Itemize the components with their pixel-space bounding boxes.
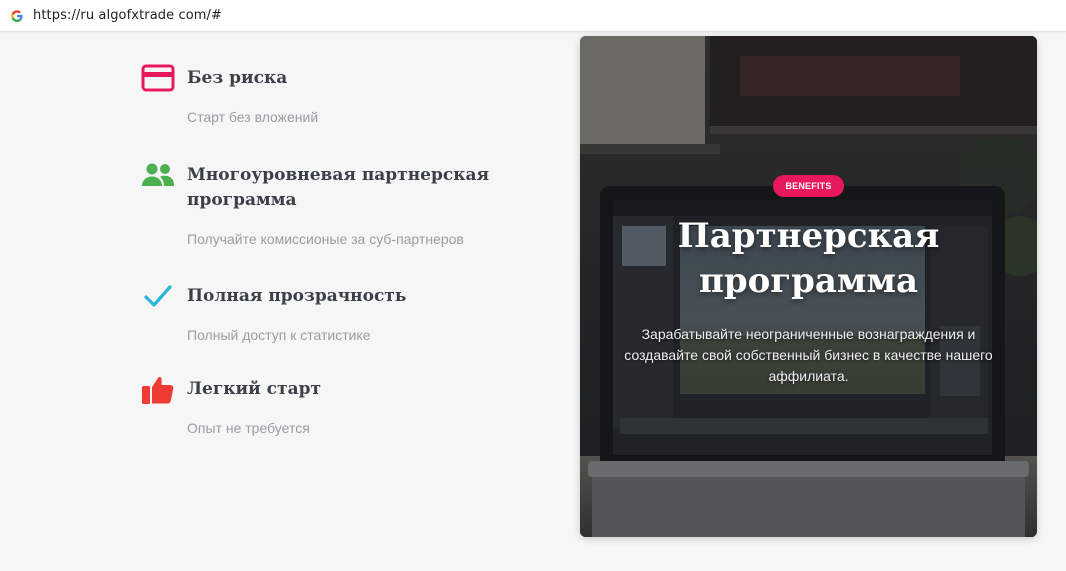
users-icon	[140, 157, 176, 193]
feature-description: Получайте комиссионые за суб-партнеров	[187, 231, 464, 247]
checkmark-icon	[140, 278, 176, 314]
feature-title: Легкий старт	[187, 379, 321, 399]
feature-description: Опыт не требуется	[187, 420, 310, 436]
url-text[interactable]: https://ru algofxtrade com/#	[33, 8, 222, 23]
feature-description: Старт без вложений	[187, 109, 319, 125]
feature-description: Полный доступ к статистике	[187, 327, 371, 343]
google-g-icon	[10, 9, 24, 23]
hero-title: Партнерская программа	[677, 216, 940, 301]
benefits-badge: BENEFITS	[773, 175, 844, 197]
credit-card-icon	[140, 60, 176, 96]
browser-address-bar[interactable]: https://ru algofxtrade com/#	[0, 0, 1066, 32]
thumbs-up-icon	[140, 371, 176, 407]
feature-title: Без риска	[187, 68, 288, 88]
feature-title: Полная прозрачность	[187, 286, 407, 306]
hero-description: Зарабатывайте неограниченные вознагражде…	[624, 326, 993, 384]
feature-title: Многоуровневая партнерская программа	[187, 165, 490, 210]
partner-program-hero-card: BENEFITS Партнерская программа Зарабатыв…	[580, 36, 1037, 537]
